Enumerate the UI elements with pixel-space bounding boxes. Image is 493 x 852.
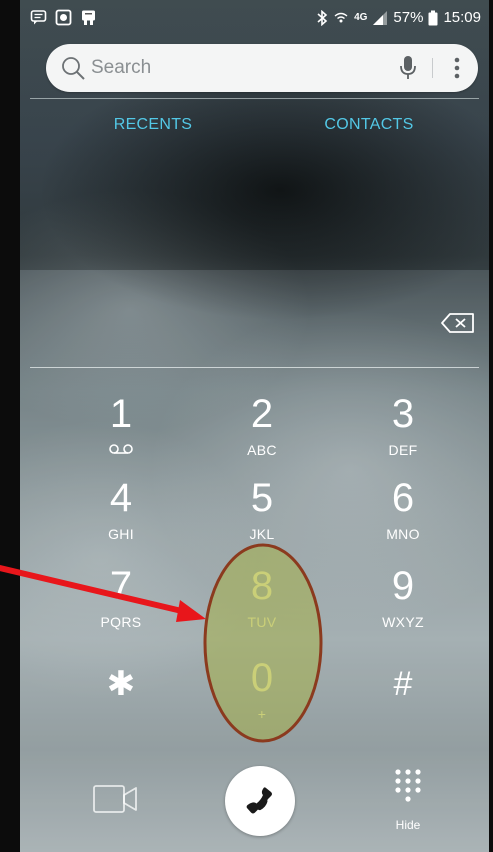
- screen-record-notification-icon: [55, 9, 72, 26]
- clock-time: 15:09: [443, 9, 481, 26]
- key-letters: PQRS: [100, 614, 142, 630]
- key-letters: MNO: [386, 526, 420, 542]
- phone-screen: 4G 57% 15:09 Search RECENTS CONTACTS 1 2…: [20, 0, 489, 852]
- key-4[interactable]: 4 GHI: [61, 476, 181, 542]
- dial-panel: [20, 270, 489, 852]
- call-button[interactable]: [225, 766, 295, 836]
- key-digit: 6: [391, 476, 415, 520]
- key-3[interactable]: 3 DEF: [343, 392, 463, 458]
- key-letters: TUV: [247, 614, 277, 630]
- more-options-icon[interactable]: [452, 56, 462, 80]
- key-star[interactable]: ✱: [61, 662, 181, 706]
- key-digit: 7: [109, 564, 133, 608]
- key-9[interactable]: 9 WXYZ: [343, 564, 463, 630]
- status-bar: 4G 57% 15:09: [20, 0, 489, 38]
- key-digit: 2: [250, 392, 274, 436]
- screenshot-stage: 4G 57% 15:09 Search RECENTS CONTACTS 1 2…: [0, 0, 493, 852]
- app-notification-icon: [82, 10, 95, 25]
- key-digit: 0: [250, 656, 274, 700]
- hide-label: Hide: [395, 818, 421, 832]
- key-8[interactable]: 8 TUV: [202, 564, 322, 630]
- network-type-label: 4G: [354, 12, 368, 23]
- dialed-number-divider: [30, 367, 479, 368]
- header-divider: [30, 98, 479, 99]
- key-letters: ABC: [247, 442, 277, 458]
- key-hash[interactable]: #: [343, 662, 463, 706]
- key-7[interactable]: 7 PQRS: [61, 564, 181, 630]
- search-bar[interactable]: Search: [46, 44, 478, 92]
- phone-icon: [246, 787, 272, 814]
- battery-percentage: 57%: [393, 9, 424, 26]
- key-digit: ✱: [106, 665, 136, 703]
- notification-icons: [30, 9, 97, 26]
- key-digit: 1: [109, 392, 133, 436]
- key-6[interactable]: 6 MNO: [343, 476, 463, 542]
- key-digit: 8: [250, 564, 274, 608]
- message-notification-icon: [30, 10, 47, 25]
- key-letters: JKL: [249, 526, 275, 542]
- key-0[interactable]: 0 +: [202, 656, 322, 722]
- key-1[interactable]: 1: [61, 392, 181, 461]
- key-digit: 9: [391, 564, 415, 608]
- key-digit: 3: [391, 392, 415, 436]
- video-call-icon[interactable]: [92, 782, 138, 816]
- search-icon: [62, 57, 85, 80]
- key-letters: GHI: [108, 526, 134, 542]
- microphone-icon[interactable]: [398, 55, 418, 81]
- key-letters: +: [257, 706, 267, 722]
- key-digit: #: [393, 665, 413, 703]
- system-status: 4G 57% 15:09: [316, 9, 481, 26]
- key-letters: WXYZ: [382, 614, 424, 630]
- key-letters: DEF: [388, 442, 418, 458]
- bluetooth-icon: [317, 9, 328, 26]
- tab-recents[interactable]: RECENTS: [78, 116, 228, 134]
- tab-contacts[interactable]: CONTACTS: [294, 116, 444, 134]
- wifi-calling-icon: [334, 12, 348, 22]
- key-digit: 5: [250, 476, 274, 520]
- wallpaper-shade: [20, 0, 489, 270]
- signal-strength-icon: [373, 10, 388, 25]
- backspace-icon[interactable]: [440, 311, 476, 335]
- search-divider: [432, 58, 433, 78]
- battery-icon: [428, 10, 438, 25]
- key-digit: 4: [109, 476, 133, 520]
- keypad-icon: [395, 769, 421, 802]
- voicemail-icon: [109, 444, 133, 454]
- search-input[interactable]: Search: [91, 57, 151, 79]
- key-2[interactable]: 2 ABC: [202, 392, 322, 458]
- hide-keypad-button[interactable]: Hide: [380, 768, 436, 838]
- key-5[interactable]: 5 JKL: [202, 476, 322, 542]
